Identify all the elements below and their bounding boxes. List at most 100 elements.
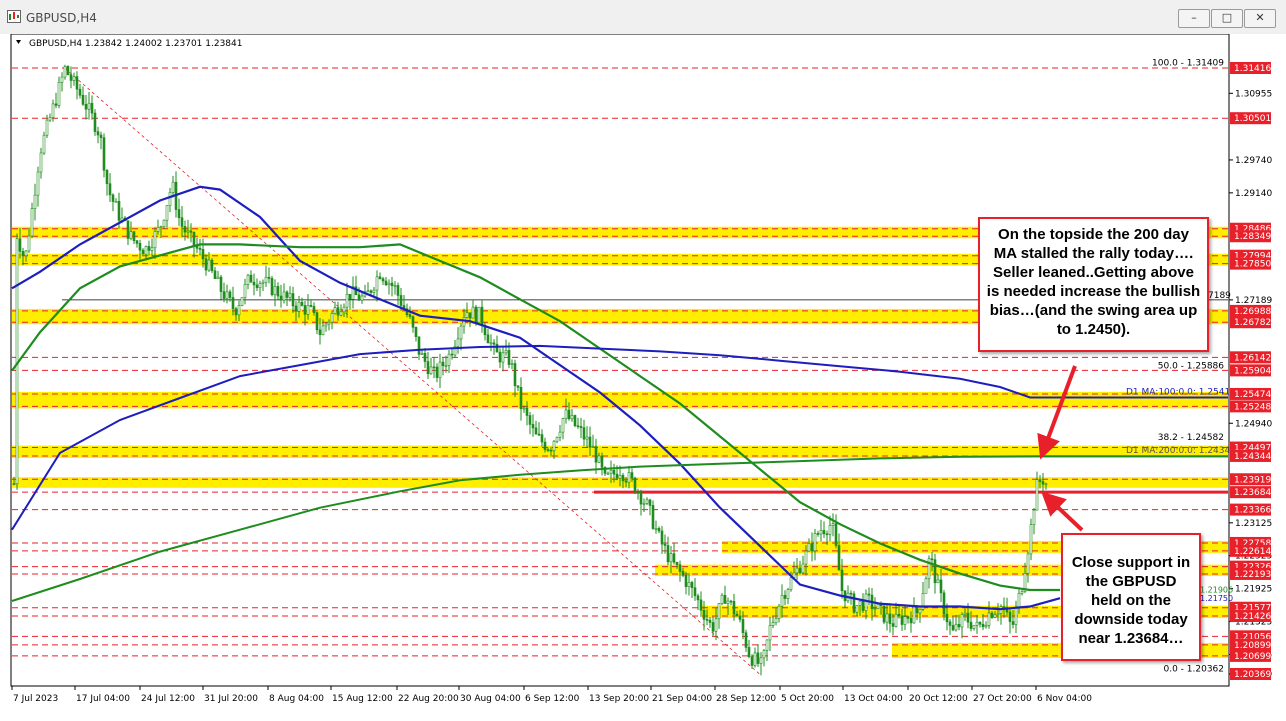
- y-tick-label: 1.21925: [1235, 585, 1272, 595]
- candle-body: [561, 418, 565, 433]
- candle-body: [660, 530, 664, 545]
- candle-body: [93, 112, 97, 132]
- candle-body: [498, 351, 502, 363]
- candle-body: [831, 523, 835, 526]
- candle-body: [438, 361, 442, 378]
- candle-body: [984, 625, 988, 628]
- window-titlebar: GBPUSD,H4 – □ ✕: [0, 0, 1286, 35]
- candle-body: [537, 433, 541, 436]
- x-tick-label: 8 Aug 04:00: [269, 694, 324, 704]
- candle-body: [273, 286, 277, 296]
- candle-body: [966, 612, 970, 623]
- price-label: 1.21426: [1234, 612, 1271, 622]
- candle-body: [237, 305, 241, 316]
- candle-body: [444, 365, 448, 367]
- price-label: 1.22193: [1234, 570, 1271, 580]
- candle-body: [495, 343, 499, 353]
- candle-body: [525, 407, 529, 416]
- minimize-button[interactable]: –: [1178, 9, 1210, 28]
- candle-body: [936, 579, 940, 584]
- candle-body: [546, 449, 550, 451]
- candle-body: [90, 102, 94, 114]
- candle-body: [648, 499, 652, 506]
- candle-body: [945, 613, 949, 623]
- candle-body: [222, 291, 226, 299]
- candle-body: [1005, 609, 1009, 613]
- candle-body: [276, 286, 280, 297]
- candle-body: [1029, 524, 1033, 555]
- candle-body: [729, 600, 733, 603]
- x-tick-label: 13 Oct 04:00: [844, 694, 903, 704]
- candle-body: [294, 305, 298, 312]
- x-tick-label: 5 Oct 20:00: [781, 694, 834, 704]
- candle-body: [822, 530, 826, 535]
- candle-body: [75, 76, 79, 90]
- candle-body: [156, 227, 160, 232]
- candle-body: [486, 334, 490, 344]
- candle-body: [201, 249, 205, 260]
- candle-body: [828, 525, 832, 535]
- candle-body: [69, 74, 73, 81]
- candle-body: [750, 656, 754, 666]
- candle-body: [153, 231, 157, 249]
- candle-body: [249, 274, 253, 283]
- candle-body: [432, 366, 436, 369]
- candle-body: [909, 618, 913, 624]
- y-tick-label: 1.23125: [1235, 519, 1272, 529]
- candle-body: [204, 258, 208, 271]
- candle-body: [36, 171, 40, 196]
- candle-body: [378, 276, 382, 279]
- candle-body: [1032, 509, 1036, 525]
- price-label: 1.31416: [1234, 64, 1271, 74]
- candle-body: [585, 436, 589, 440]
- candle-body: [627, 472, 631, 483]
- x-tick-label: 15 Aug 12:00: [332, 694, 393, 704]
- candle-body: [333, 307, 337, 314]
- candle-body: [81, 94, 85, 105]
- candle-body: [282, 291, 286, 301]
- candle-body: [111, 194, 115, 202]
- candle-body: [480, 306, 484, 326]
- candle-body: [396, 285, 400, 296]
- candle-body: [471, 306, 475, 319]
- candle-body: [348, 293, 352, 300]
- candle-body: [1014, 607, 1018, 625]
- price-label: 1.20899: [1234, 641, 1271, 651]
- candle-body: [645, 499, 649, 504]
- candle-body: [33, 194, 37, 209]
- candle-body: [996, 613, 1000, 616]
- candle-body: [858, 600, 862, 606]
- candle-body: [12, 483, 16, 485]
- candle-body: [714, 618, 718, 632]
- candle-body: [543, 441, 547, 450]
- candle-body: [774, 618, 778, 623]
- candle-body: [513, 363, 517, 386]
- candle-body: [690, 582, 694, 589]
- candle-body: [327, 321, 331, 325]
- candle-body: [894, 614, 898, 627]
- candle-body: [132, 231, 136, 242]
- candle-body: [882, 605, 886, 623]
- candle-body: [414, 327, 418, 338]
- candle-body: [876, 604, 880, 609]
- candle-body: [915, 606, 919, 614]
- candle-body: [711, 622, 715, 632]
- candle-body: [54, 103, 58, 106]
- candle-body: [312, 306, 316, 313]
- candle-body: [48, 117, 52, 121]
- candle-body: [243, 284, 247, 298]
- ma-line-text: D1 MA:100:0.0: 1.25411: [1126, 387, 1236, 397]
- candle-body: [141, 249, 145, 255]
- candle-body: [810, 543, 814, 552]
- candle-body: [42, 134, 46, 154]
- candle-body: [39, 152, 43, 173]
- maximize-button[interactable]: □: [1211, 9, 1243, 28]
- fib-level-text: 50.0 - 1.25886: [1158, 361, 1224, 371]
- candle-body: [246, 274, 250, 285]
- candle-body: [138, 243, 142, 251]
- close-button[interactable]: ✕: [1244, 9, 1276, 28]
- candle-body: [219, 276, 223, 292]
- candle-body: [489, 342, 493, 345]
- candle-body: [591, 446, 595, 448]
- plot-area[interactable]: [10, 34, 1230, 687]
